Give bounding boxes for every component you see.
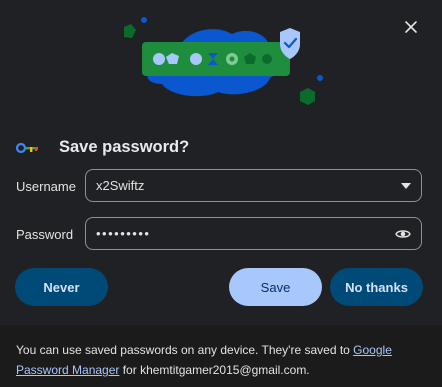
footer-text-after: for khemtitgamer2015@gmail.com.	[119, 363, 310, 377]
eye-icon[interactable]	[395, 228, 411, 240]
save-password-dialog: Save password? Username x2Swiftz Passwor…	[0, 0, 442, 387]
close-icon	[405, 21, 417, 33]
password-label: Password	[16, 227, 74, 242]
key-icon	[16, 142, 38, 153]
never-button[interactable]: Never	[15, 268, 108, 306]
dropdown-arrow-icon[interactable]	[401, 182, 411, 189]
no-thanks-button[interactable]: No thanks	[330, 268, 423, 306]
save-button[interactable]: Save	[229, 268, 322, 306]
password-field[interactable]: •••••••••	[85, 217, 422, 250]
username-value: x2Swiftz	[96, 178, 145, 193]
username-field[interactable]: x2Swiftz	[85, 169, 422, 202]
password-value: •••••••••	[96, 226, 151, 241]
footer-info: You can use saved passwords on any devic…	[0, 325, 442, 387]
username-label: Username	[16, 179, 76, 194]
dialog-title: Save password?	[59, 138, 190, 156]
title-row: Save password?	[16, 138, 189, 157]
password-manager-illustration	[124, 17, 323, 105]
close-button[interactable]	[400, 16, 422, 38]
footer-text-before: You can use saved passwords on any devic…	[16, 343, 354, 357]
